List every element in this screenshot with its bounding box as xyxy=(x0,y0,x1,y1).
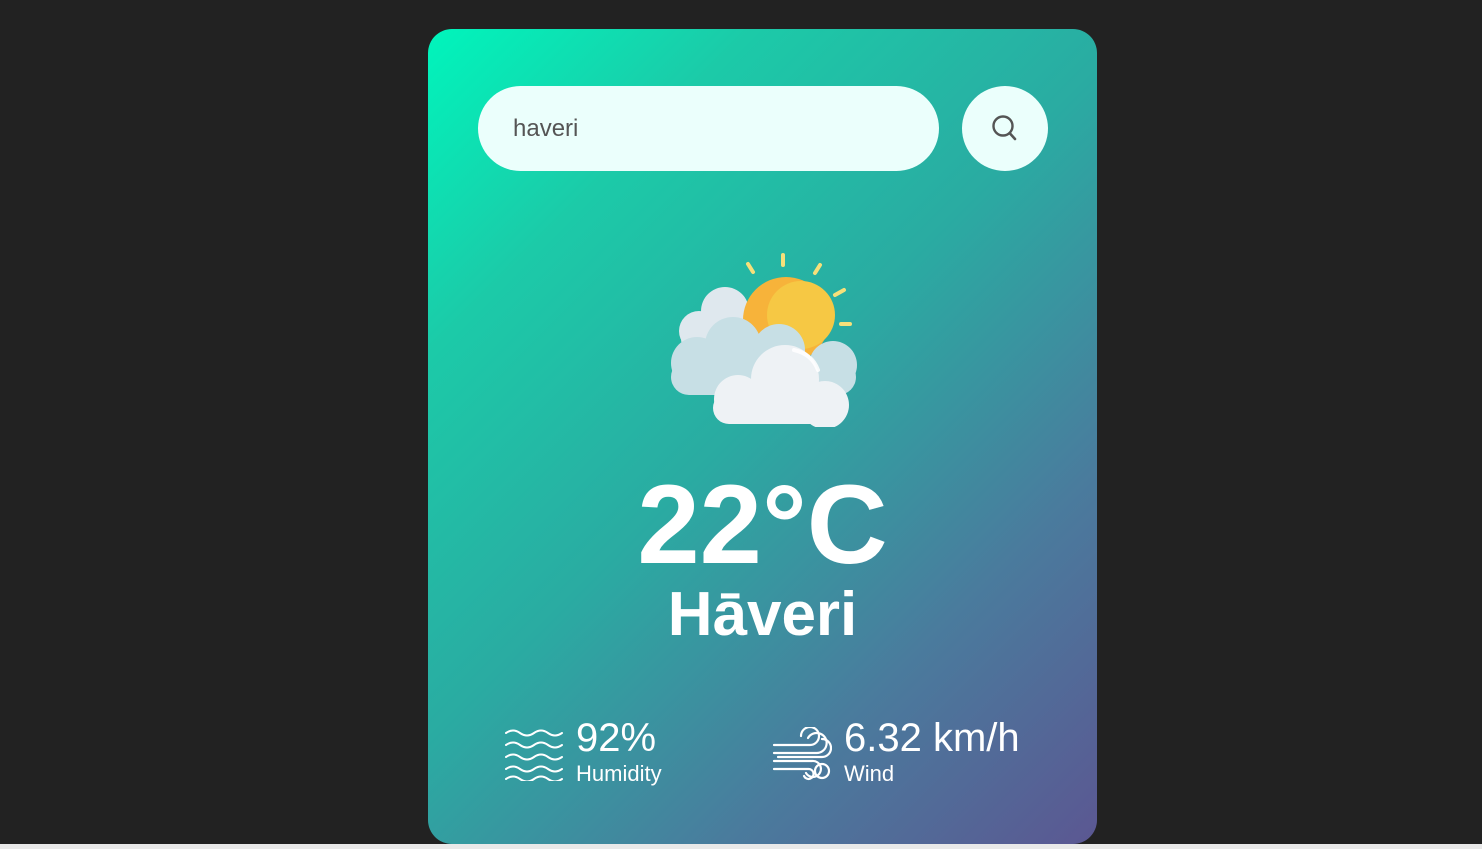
city-name: Hāveri xyxy=(667,580,858,649)
humidity-detail: 92% Humidity xyxy=(504,717,662,787)
search-button[interactable] xyxy=(962,86,1048,171)
search-input[interactable] xyxy=(478,86,939,171)
wind-detail: 6.32 km/h Wind xyxy=(772,717,1020,787)
temperature-value: 22°C xyxy=(637,462,888,587)
wind-icon xyxy=(772,727,832,781)
humidity-label: Humidity xyxy=(576,761,662,786)
humidity-waves-icon xyxy=(505,729,563,781)
wind-label: Wind xyxy=(844,761,895,786)
search-icon xyxy=(992,114,1017,140)
wind-value: 6.32 km/h xyxy=(844,716,1020,760)
weather-card: 22°C Hāveri 92% Humidity xyxy=(428,29,1097,844)
bottom-strip xyxy=(0,844,1482,849)
humidity-value: 92% xyxy=(576,716,657,760)
partly-cloudy-icon xyxy=(671,253,857,427)
